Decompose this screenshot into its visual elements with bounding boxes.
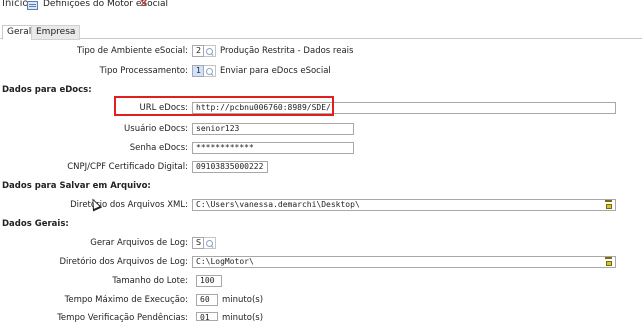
folder-browse-icon[interactable]: [605, 200, 613, 209]
window-tab-title[interactable]: Definições do Motor eSocial: [43, 0, 168, 9]
home-tab[interactable]: Início: [2, 0, 28, 9]
processamento-description: Enviar para eDocs eSocial: [220, 66, 331, 76]
senha-edocs-label: Senha eDocs:: [129, 143, 188, 153]
section-arquivo: Dados para Salvar em Arquivo:: [2, 181, 151, 191]
processamento-input[interactable]: 1: [192, 65, 204, 77]
tab-empresa[interactable]: Empresa: [31, 25, 81, 40]
tamanho-lote-label: Tamanho do Lote:: [112, 276, 188, 286]
section-gerais: Dados Gerais:: [2, 219, 69, 229]
cnpj-cert-input[interactable]: 09103835000222: [192, 161, 268, 173]
search-icon[interactable]: [204, 65, 216, 77]
tempo-pendencias-label: Tempo Verificação Pendências:: [57, 313, 188, 323]
ambiente-label: Tipo de Ambiente eSocial:: [77, 46, 188, 56]
close-icon[interactable]: ✕: [139, 0, 148, 10]
search-icon[interactable]: [204, 45, 216, 57]
top-bar: Início Definições do Motor eSocial ✕: [0, 0, 642, 14]
tab-strip: Geral Empresa: [0, 25, 642, 40]
tempo-execucao-input[interactable]: 60: [196, 294, 218, 306]
url-highlight-box: [114, 96, 334, 116]
document-icon: [27, 1, 38, 10]
processamento-label: Tipo Processamento:: [99, 66, 188, 76]
search-icon[interactable]: [204, 237, 216, 249]
dir-log-input[interactable]: C:\LogMotor\: [192, 256, 616, 268]
cnpj-cert-label: CNPJ/CPF Certificado Digital:: [67, 162, 188, 172]
tempo-pendencias-unit: minuto(s): [222, 313, 264, 323]
tempo-execucao-label: Tempo Máximo de Execução:: [64, 295, 188, 305]
gerar-log-input[interactable]: S: [192, 237, 204, 249]
usuario-edocs-input[interactable]: senior123: [192, 123, 354, 135]
senha-edocs-input[interactable]: ************: [192, 142, 354, 154]
usuario-edocs-label: Usuário eDocs:: [124, 124, 188, 134]
dir-log-label: Diretório dos Arquivos de Log:: [59, 257, 188, 267]
dir-xml-input[interactable]: C:\Users\vanessa.demarchi\Desktop\: [192, 199, 616, 211]
section-edocs: Dados para eDocs:: [2, 85, 92, 95]
ambiente-input[interactable]: 2: [192, 45, 204, 57]
tamanho-lote-input[interactable]: 100: [196, 275, 222, 287]
folder-browse-icon[interactable]: [605, 257, 613, 266]
tempo-execucao-unit: minuto(s): [222, 295, 264, 305]
gerar-log-label: Gerar Arquivos de Log:: [90, 238, 188, 248]
ambiente-description: Produção Restrita - Dados reais: [220, 46, 354, 56]
